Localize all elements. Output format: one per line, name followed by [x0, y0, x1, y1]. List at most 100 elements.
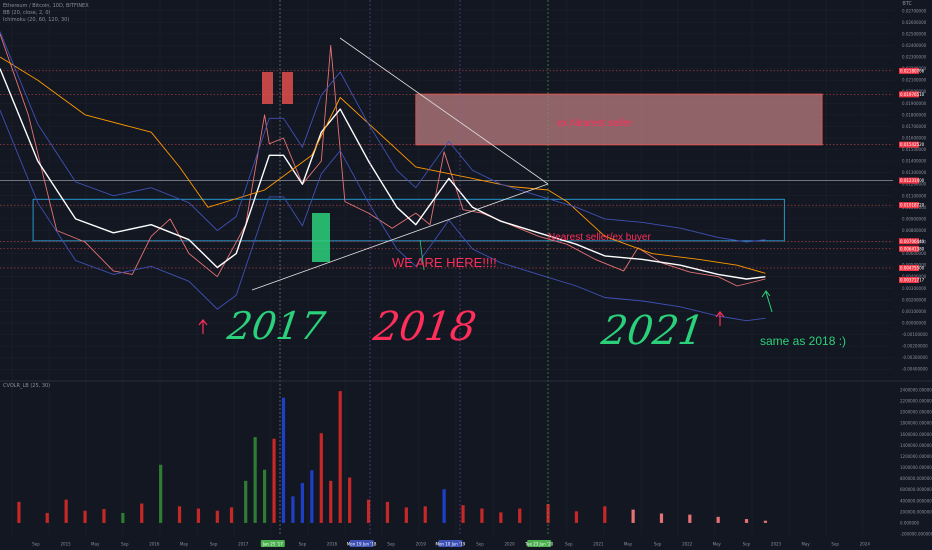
green-highlight-box[interactable] — [312, 213, 330, 262]
volume-bar — [385, 501, 390, 523]
time-tick: 2017 — [238, 542, 249, 547]
price-tick: -0.00100000 — [902, 332, 928, 337]
time-tick: Jan 25 '17 — [262, 542, 283, 547]
volume-bar — [319, 433, 323, 523]
price-label: 0.01018720 — [900, 203, 925, 208]
volume-bar — [329, 480, 333, 523]
time-tick: Sep — [831, 542, 839, 547]
time-tick: 2016 — [149, 542, 160, 547]
volume-bar — [310, 470, 314, 523]
volume-bar — [480, 508, 484, 523]
volume-bar — [461, 505, 465, 523]
time-tick: May — [91, 542, 100, 547]
volume-tick: 2200000.000000 — [900, 399, 932, 404]
volume-tick: 1600000.000000 — [900, 432, 932, 437]
price-tick: 0.00000000 — [902, 320, 927, 325]
volume-tick: 1400000.000000 — [900, 443, 932, 448]
price-label: 0.00475500 — [900, 265, 925, 270]
price-tick: 0.00800000 — [902, 228, 927, 233]
volume-bar — [659, 513, 664, 523]
time-tick: 2020 — [505, 542, 516, 547]
volume-tick: 400000.000000 — [900, 498, 932, 503]
price-tick: 0.01500000 — [902, 147, 927, 152]
red-box-1[interactable] — [262, 72, 273, 104]
price-unit: BTC — [902, 1, 912, 7]
time-tick: 2015 — [61, 542, 72, 547]
volume-tick: 800000.000000 — [900, 476, 932, 481]
price-tick: 0.01700000 — [902, 124, 927, 129]
price-tick: 0.02500000 — [902, 31, 927, 36]
time-tick: May — [713, 542, 722, 547]
volume-bar — [631, 509, 635, 523]
price-tick: 0.02100000 — [902, 78, 927, 83]
volume-bar — [272, 438, 276, 523]
price-tick: 0.01900000 — [902, 101, 927, 106]
volume-tick: -200000.000000 — [900, 532, 932, 537]
volume-bar — [64, 499, 68, 523]
volume-bar — [121, 512, 125, 523]
volume-bar — [215, 510, 219, 523]
legend-title[interactable]: Ethereum / Bitcoin, 10D, BITFINEX — [3, 3, 89, 10]
volume-bar — [196, 508, 201, 523]
background — [0, 0, 932, 550]
volume-bar — [603, 506, 607, 523]
volume-bar — [404, 507, 408, 523]
volume-bar — [688, 514, 692, 523]
volume-bar — [17, 501, 21, 523]
legend-indicator-ichimoku[interactable]: Ichimoku (20, 60, 120, 30) — [3, 17, 89, 24]
volume-indicator-title[interactable]: CVOLR_LB (25, 30) — [3, 383, 50, 390]
volume-bar — [518, 508, 522, 523]
legend-indicator-bb[interactable]: BB (20, close, 2, 0) — [3, 10, 89, 17]
time-tick: 2021 — [593, 542, 604, 547]
volume-tick: 2000000.000000 — [900, 410, 932, 415]
volume-bar — [499, 512, 503, 523]
time-tick: 2019 — [416, 542, 427, 547]
time-axis[interactable]: Sep 2015 May Sep 2016 May Sep 2017 Jan 25 '17 Sep… — [32, 540, 870, 547]
volume-bar — [291, 496, 295, 523]
volume-tick: 1800000.000000 — [900, 421, 932, 426]
price-label: 0.01542520 — [900, 142, 925, 147]
time-tick: 2023 — [771, 542, 782, 547]
volume-bar — [45, 512, 49, 523]
volume-bar — [229, 507, 234, 523]
price-label: 0.02180766 — [900, 68, 925, 73]
price-label: 0.00641380 — [900, 246, 925, 251]
chart-canvas[interactable]: 0.02700000 0.02600000 0.02500000 0.02400000… — [0, 0, 932, 550]
price-tick: 0.01300000 — [902, 170, 927, 175]
handwritten-2018: 2018 — [370, 304, 480, 350]
volume-bar — [348, 477, 352, 523]
volume-bar — [744, 519, 749, 523]
we-are-here-label: WE ARE HERE!!!! — [392, 255, 497, 270]
volume-tick: 0.000000 — [900, 520, 920, 525]
ex-nearest-seller-label: ex Nearest seller — [557, 118, 633, 129]
time-tick: Sep — [210, 542, 218, 547]
price-tick: 0.01400000 — [902, 159, 927, 164]
volume-bar — [716, 516, 720, 523]
handwritten-2017: 2017 — [224, 304, 328, 348]
time-tick: Sep — [121, 542, 129, 547]
price-label: 0.01231400 — [900, 178, 925, 183]
time-tick: Mon 19 Jun '18 — [347, 542, 377, 547]
chart-legend: Ethereum / Bitcoin, 10D, BITFINEX BB (20… — [3, 3, 89, 24]
time-tick: 2024 — [860, 542, 871, 547]
volume-bar — [338, 391, 342, 523]
volume-bar — [177, 506, 182, 523]
price-tick: -0.00200000 — [902, 344, 928, 349]
red-box-2[interactable] — [282, 72, 293, 104]
price-tick: 0.02400000 — [902, 43, 927, 48]
time-tick: Sep — [387, 542, 395, 547]
volume-bar — [159, 464, 163, 523]
volume-tick: 1200000.000000 — [900, 454, 932, 459]
time-tick: May — [624, 542, 633, 547]
volume-bar — [763, 520, 768, 523]
volume-legend: CVOLR_LB (25, 30) — [3, 383, 50, 390]
volume-tick: 200000.000000 — [900, 509, 932, 514]
volume-bar — [423, 506, 427, 523]
time-tick: 2022 — [682, 542, 693, 547]
time-tick: Sep — [32, 542, 40, 547]
tradingview-chart[interactable]: 0.02700000 0.02600000 0.02500000 0.02400000… — [0, 0, 932, 550]
price-tick: 0.02700000 — [902, 8, 927, 13]
time-tick: Sep — [565, 542, 573, 547]
volume-tick: 2400000.000000 — [900, 388, 932, 393]
price-tick: 0.01100000 — [902, 193, 927, 198]
